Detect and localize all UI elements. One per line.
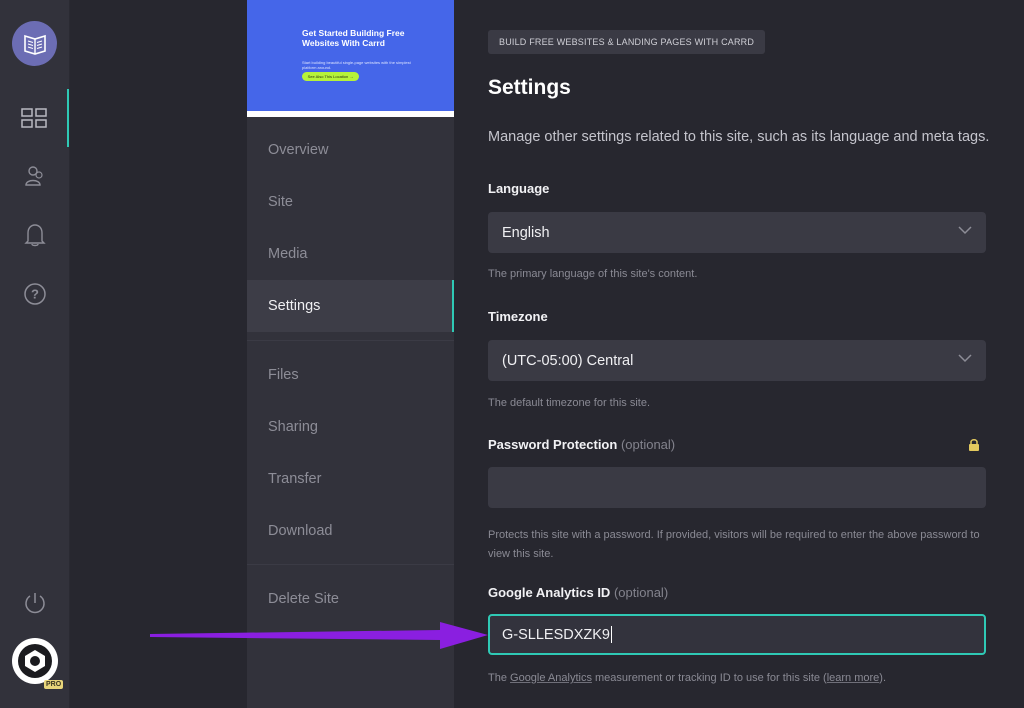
timezone-help: The default timezone for this site. bbox=[488, 397, 651, 409]
page-title: Settings bbox=[488, 76, 571, 99]
dashboard-grid-icon[interactable] bbox=[0, 89, 69, 147]
analytics-help-suffix: ). bbox=[879, 672, 887, 684]
analytics-id-input[interactable]: G-SLLESDXZK9 bbox=[488, 614, 986, 655]
password-optional: (optional) bbox=[620, 437, 676, 452]
nav-item-media[interactable]: Media bbox=[247, 228, 454, 280]
bell-icon[interactable] bbox=[0, 206, 69, 264]
analytics-label-text: Google Analytics ID bbox=[488, 585, 611, 600]
analytics-help-prefix: The bbox=[488, 672, 511, 684]
nav-item-overview[interactable]: Overview bbox=[247, 124, 454, 176]
breadcrumb: BUILD FREE WEBSITES & LANDING PAGES WITH… bbox=[488, 30, 766, 54]
analytics-help-middle: measurement or tracking ID to use for th… bbox=[591, 672, 827, 684]
nav-item-sharing[interactable]: Sharing bbox=[247, 401, 454, 453]
google-analytics-link[interactable]: Google Analytics bbox=[510, 672, 592, 684]
preview-button: See Also This Location → bbox=[302, 72, 359, 81]
language-label: Language bbox=[488, 181, 550, 196]
learn-more-link[interactable]: learn more bbox=[827, 672, 880, 684]
help-circle-icon[interactable]: ? bbox=[0, 265, 69, 323]
nav-divider bbox=[247, 564, 454, 565]
icon-rail: ? PRO bbox=[0, 0, 70, 708]
timezone-value: (UTC-05:00) Central bbox=[502, 352, 634, 369]
page-description: Manage other settings related to this si… bbox=[488, 129, 990, 145]
timezone-label: Timezone bbox=[488, 309, 548, 324]
analytics-label: Google Analytics ID (optional) bbox=[488, 585, 668, 600]
site-preview-thumbnail[interactable]: Get Started Building Free Websites With … bbox=[247, 0, 454, 117]
language-help: The primary language of this site's cont… bbox=[488, 268, 698, 280]
site-nav: Get Started Building Free Websites With … bbox=[247, 0, 454, 708]
text-cursor bbox=[611, 626, 612, 643]
nav-item-delete-site[interactable]: Delete Site bbox=[247, 573, 454, 625]
password-label-text: Password Protection bbox=[488, 437, 618, 452]
language-select[interactable]: English bbox=[488, 212, 986, 253]
nav-item-files[interactable]: Files bbox=[247, 349, 454, 401]
password-input[interactable] bbox=[488, 467, 986, 508]
carrd-logo-icon[interactable] bbox=[12, 21, 57, 66]
timezone-select[interactable]: (UTC-05:00) Central bbox=[488, 340, 986, 381]
power-icon[interactable] bbox=[0, 580, 69, 626]
pro-badge: PRO bbox=[44, 680, 64, 689]
nav-item-settings[interactable]: Settings bbox=[247, 280, 454, 332]
nav-item-site[interactable]: Site bbox=[247, 176, 454, 228]
password-label: Password Protection (optional) bbox=[488, 437, 675, 452]
analytics-optional: (optional) bbox=[613, 585, 669, 600]
preview-subtitle: Start building beautiful single-page web… bbox=[302, 60, 411, 70]
svg-text:?: ? bbox=[31, 287, 39, 302]
chevron-down-icon bbox=[958, 226, 972, 235]
password-help: Protects this site with a password. If p… bbox=[488, 529, 980, 560]
avatar[interactable] bbox=[12, 638, 58, 684]
language-value: English bbox=[502, 224, 550, 241]
users-icon[interactable] bbox=[0, 147, 69, 205]
arrow-annotation-icon bbox=[150, 622, 488, 649]
nav-item-download[interactable]: Download bbox=[247, 505, 454, 557]
preview-title: Get Started Building Free Websites With … bbox=[302, 28, 405, 48]
nav-divider bbox=[247, 340, 454, 341]
analytics-id-value: G-SLLESDXZK9 bbox=[502, 626, 610, 643]
lock-icon bbox=[969, 439, 979, 451]
settings-panel: BUILD FREE WEBSITES & LANDING PAGES WITH… bbox=[454, 0, 1024, 708]
chevron-down-icon bbox=[958, 354, 972, 363]
nav-item-transfer[interactable]: Transfer bbox=[247, 453, 454, 505]
analytics-help: The Google Analytics measurement or trac… bbox=[488, 669, 988, 688]
